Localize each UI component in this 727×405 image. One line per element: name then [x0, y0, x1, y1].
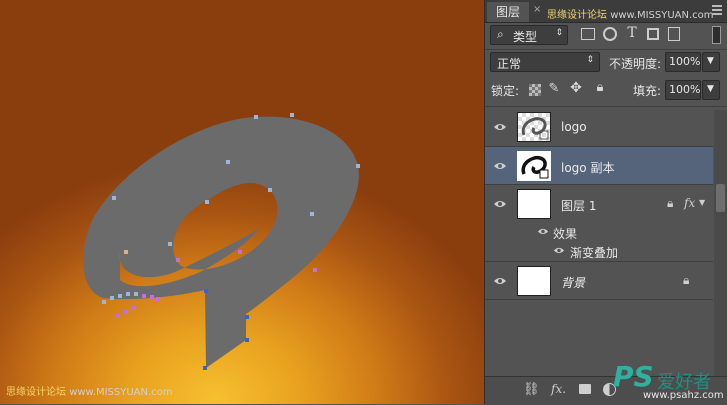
layer-row-layer1[interactable]: 图层 1 🔒︎ fx ▼: [485, 185, 713, 223]
filter-kind-select[interactable]: ⌕ 类型 ⇕: [490, 25, 568, 45]
effects-label: 效果: [553, 227, 578, 241]
blend-mode-select[interactable]: 正常 ⇕: [490, 52, 600, 72]
type-filter-icon[interactable]: T: [625, 25, 639, 41]
link-layers-icon[interactable]: ⛓: [523, 382, 540, 397]
fill-dropdown-button[interactable]: ▼: [702, 80, 720, 100]
shape-filter-icon[interactable]: [647, 28, 659, 40]
layers-scrollbar[interactable]: [714, 110, 727, 376]
layer-thumbnail: [517, 266, 551, 296]
logo-shape: [83, 113, 360, 370]
layer-row-background[interactable]: 背景 🔒︎: [485, 262, 713, 300]
gradient-overlay-row[interactable]: 渐变叠加: [485, 242, 713, 262]
eye-icon[interactable]: [553, 246, 565, 255]
lock-image-brush-icon[interactable]: ✎: [547, 81, 561, 96]
effects-row[interactable]: 效果: [485, 223, 713, 241]
lock-label: 锁定:: [491, 84, 520, 98]
eye-icon[interactable]: [493, 122, 507, 132]
fx-icon[interactable]: fx: [684, 196, 695, 210]
collapse-icon[interactable]: ▼: [699, 198, 705, 207]
eye-icon[interactable]: [493, 161, 507, 171]
document-canvas[interactable]: 思缘设计论坛 www.MISSYUAN.com: [0, 0, 484, 404]
search-icon: ⌕: [497, 27, 504, 41]
opacity-label: 不透明度:: [609, 57, 662, 71]
add-mask-icon[interactable]: [579, 384, 591, 394]
smart-object-filter-icon[interactable]: [668, 27, 680, 41]
chevron-down-icon: ▼: [707, 84, 714, 94]
updown-icon: ⇕: [555, 28, 563, 38]
canvas-watermark: 思缘设计论坛 www.MISSYUAN.com: [6, 387, 173, 398]
lock-position-move-icon[interactable]: ✥: [569, 80, 583, 96]
effect-name: 渐变叠加: [570, 246, 619, 260]
panel-menu-icon[interactable]: [712, 5, 722, 15]
add-style-fx-icon[interactable]: fx.: [551, 382, 566, 396]
lock-icon: 🔒︎: [667, 196, 674, 210]
filter-toggle-icon[interactable]: [712, 26, 721, 44]
image-filter-icon[interactable]: [581, 28, 595, 40]
layers-panel: 图层 × 思缘设计论坛 www.MISSYUAN.com ⌕ 类型 ⇕ T 正常…: [484, 0, 727, 405]
lock-all-icon[interactable]: 🔒︎: [593, 80, 607, 95]
lock-icon: 🔒︎: [683, 273, 690, 287]
adjustment-filter-icon[interactable]: [603, 27, 617, 41]
tab-layers[interactable]: 图层: [487, 2, 529, 22]
eye-icon[interactable]: [493, 199, 507, 209]
eye-icon[interactable]: [537, 227, 549, 236]
eye-icon[interactable]: [493, 276, 507, 286]
layer-name[interactable]: 图层 1: [561, 197, 596, 214]
opacity-dropdown-button[interactable]: ▼: [702, 52, 720, 72]
layer-name[interactable]: logo: [561, 120, 587, 134]
layer-thumbnail: [517, 112, 551, 142]
layer-thumbnail: [517, 189, 551, 219]
fill-label: 填充:: [633, 84, 662, 98]
lock-transparency-icon[interactable]: [529, 84, 541, 96]
panel-tab-bar: 图层 × 思缘设计论坛 www.MISSYUAN.com: [485, 0, 727, 23]
layer-name[interactable]: 背景: [561, 274, 585, 291]
layer-thumbnail: [517, 151, 551, 181]
tab-close-icon[interactable]: ×: [533, 4, 541, 15]
layer-name[interactable]: logo 副本: [561, 159, 614, 176]
updown-icon: ⇕: [586, 55, 594, 65]
corner-watermark: PS 爱好者 www.psahz.com: [613, 360, 724, 401]
layer-row-logo-copy[interactable]: logo 副本: [485, 147, 713, 185]
fill-input[interactable]: 100%: [665, 80, 701, 100]
tab-watermark: 思缘设计论坛 www.MISSYUAN.com: [547, 10, 714, 21]
opacity-input[interactable]: 100%: [665, 52, 701, 72]
layer-row-logo[interactable]: logo: [485, 107, 713, 147]
chevron-down-icon: ▼: [707, 56, 714, 66]
